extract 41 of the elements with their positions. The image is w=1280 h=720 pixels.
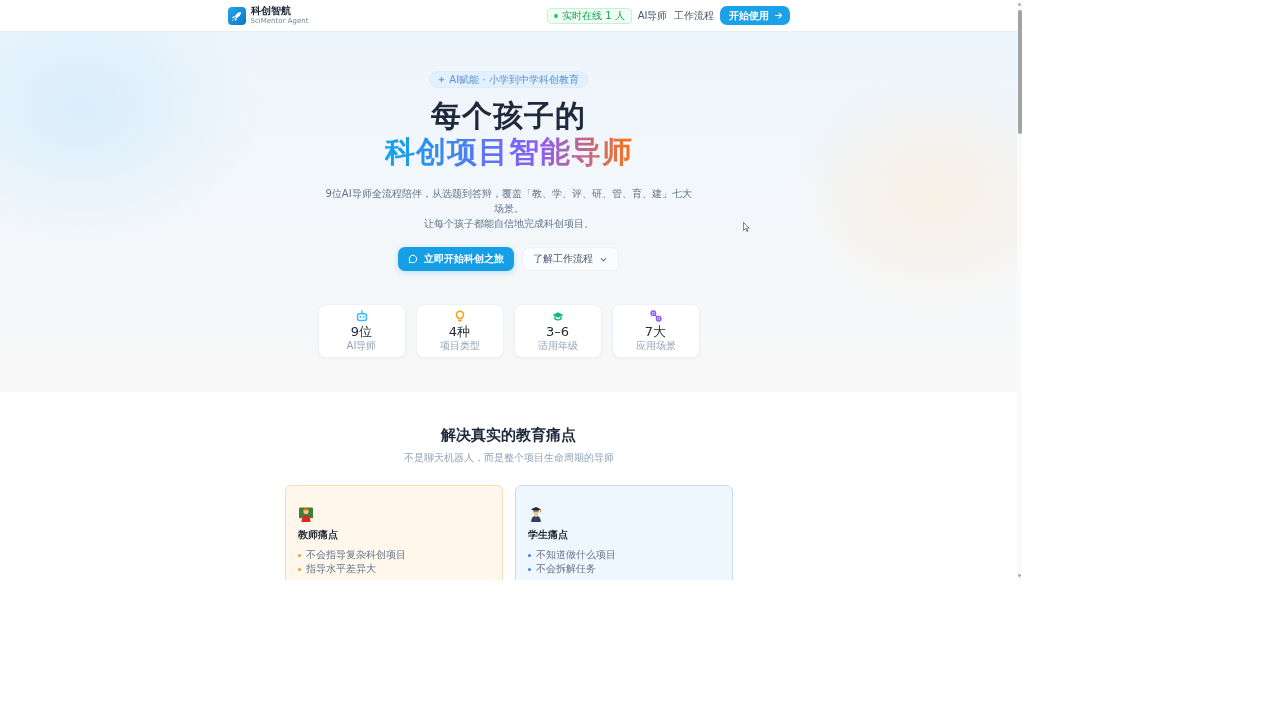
stat-value: 4种 [448,324,471,339]
chat-bubble-icon [408,254,418,264]
brand-name: 科创智航 [250,5,292,17]
sparkle-icon [438,76,446,83]
pain-point-text: 不会拆解任务 [535,562,596,576]
hero-title-highlight: 科创项目智能导师 [384,134,633,170]
arrow-right-icon [773,11,783,20]
stat-value: 9位 [350,324,373,339]
stat-label: 应用场景 [635,340,676,352]
stat-label: 适用年级 [537,340,578,352]
scroll-down-arrow-icon[interactable] [1017,574,1022,578]
pain-point-text: 不会指导复杂科创项目 [305,548,406,562]
mouse-pointer-icon [743,222,750,232]
hero-description: 9位AI导师全流程陪伴，从选题到答辩，覆盖「教、学、评、研、管、育、建」七大场景。 [324,187,693,216]
bullet-icon [297,567,301,571]
hero-description: 让每个孩子都能自信地完成科创项目。 [422,217,595,231]
online-count-text: 实时在线 1 人 [561,8,625,23]
pain-point-text: 不知道做什么项目 [535,548,616,562]
stat-value: 7大 [644,324,667,339]
nav-link[interactable]: 工作流程 [673,8,714,23]
stat-label: 项目类型 [439,340,480,352]
card-title: 学生痛点 [527,528,569,542]
hero-title: 每个孩子的 [431,98,586,134]
status-dot-icon [553,13,558,18]
stat-value: 3–6 [545,324,569,339]
scrollbar-track[interactable] [1017,0,1022,580]
bullet-icon [527,567,531,571]
tagline-text: AI赋能 · 小学到中学科创教育 [449,73,579,86]
bullet-icon [527,553,531,557]
scroll-up-arrow-icon[interactable] [1017,2,1022,6]
pain-point-text: 指导水平差异大 [305,562,376,576]
scrollbar-thumb[interactable] [1017,10,1022,134]
bullet-icon [297,553,301,557]
section-subtitle: 不是聊天机器人，而是整个项目生命周期的导师 [403,451,614,465]
workflow-button[interactable]: 了解工作流程 [522,247,619,271]
stat-label: AI导师 [346,340,377,352]
teacher-icon [297,506,314,522]
card-title: 教师痛点 [297,528,339,542]
rocket-logo-icon[interactable] [227,6,246,25]
section-title: 解决真实的教育痛点 [441,425,576,445]
nav-link[interactable]: AI导师 [637,8,668,23]
